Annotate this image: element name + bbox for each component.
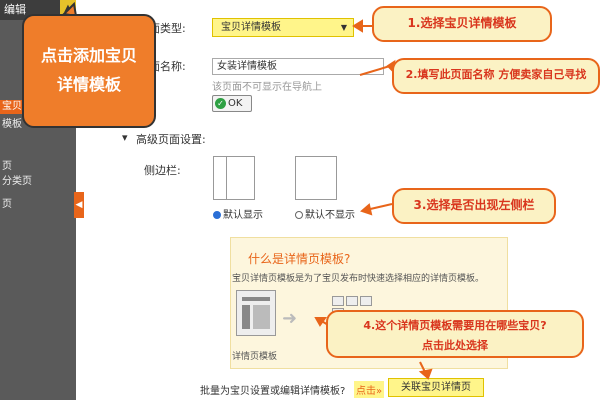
step2-callout: 2.填写此页面名称 方便卖家自己寻找	[392, 58, 600, 94]
add-template-callout-text: 点击添加宝贝 详情模板	[40, 46, 137, 94]
step3-callout: 3.选择是否出现左侧栏	[392, 188, 556, 224]
step4-callout-line2: 点击此处选择	[422, 339, 488, 352]
step1-callout: 1.选择宝贝详情模板	[372, 6, 552, 42]
step4-callout: 4.这个详情页模板需要用在哪些宝贝? 点击此处选择	[326, 310, 584, 358]
add-template-callout: 点击添加宝贝 详情模板	[22, 14, 156, 128]
step4-callout-line1: 4.这个详情页模板需要用在哪些宝贝?	[363, 319, 547, 332]
